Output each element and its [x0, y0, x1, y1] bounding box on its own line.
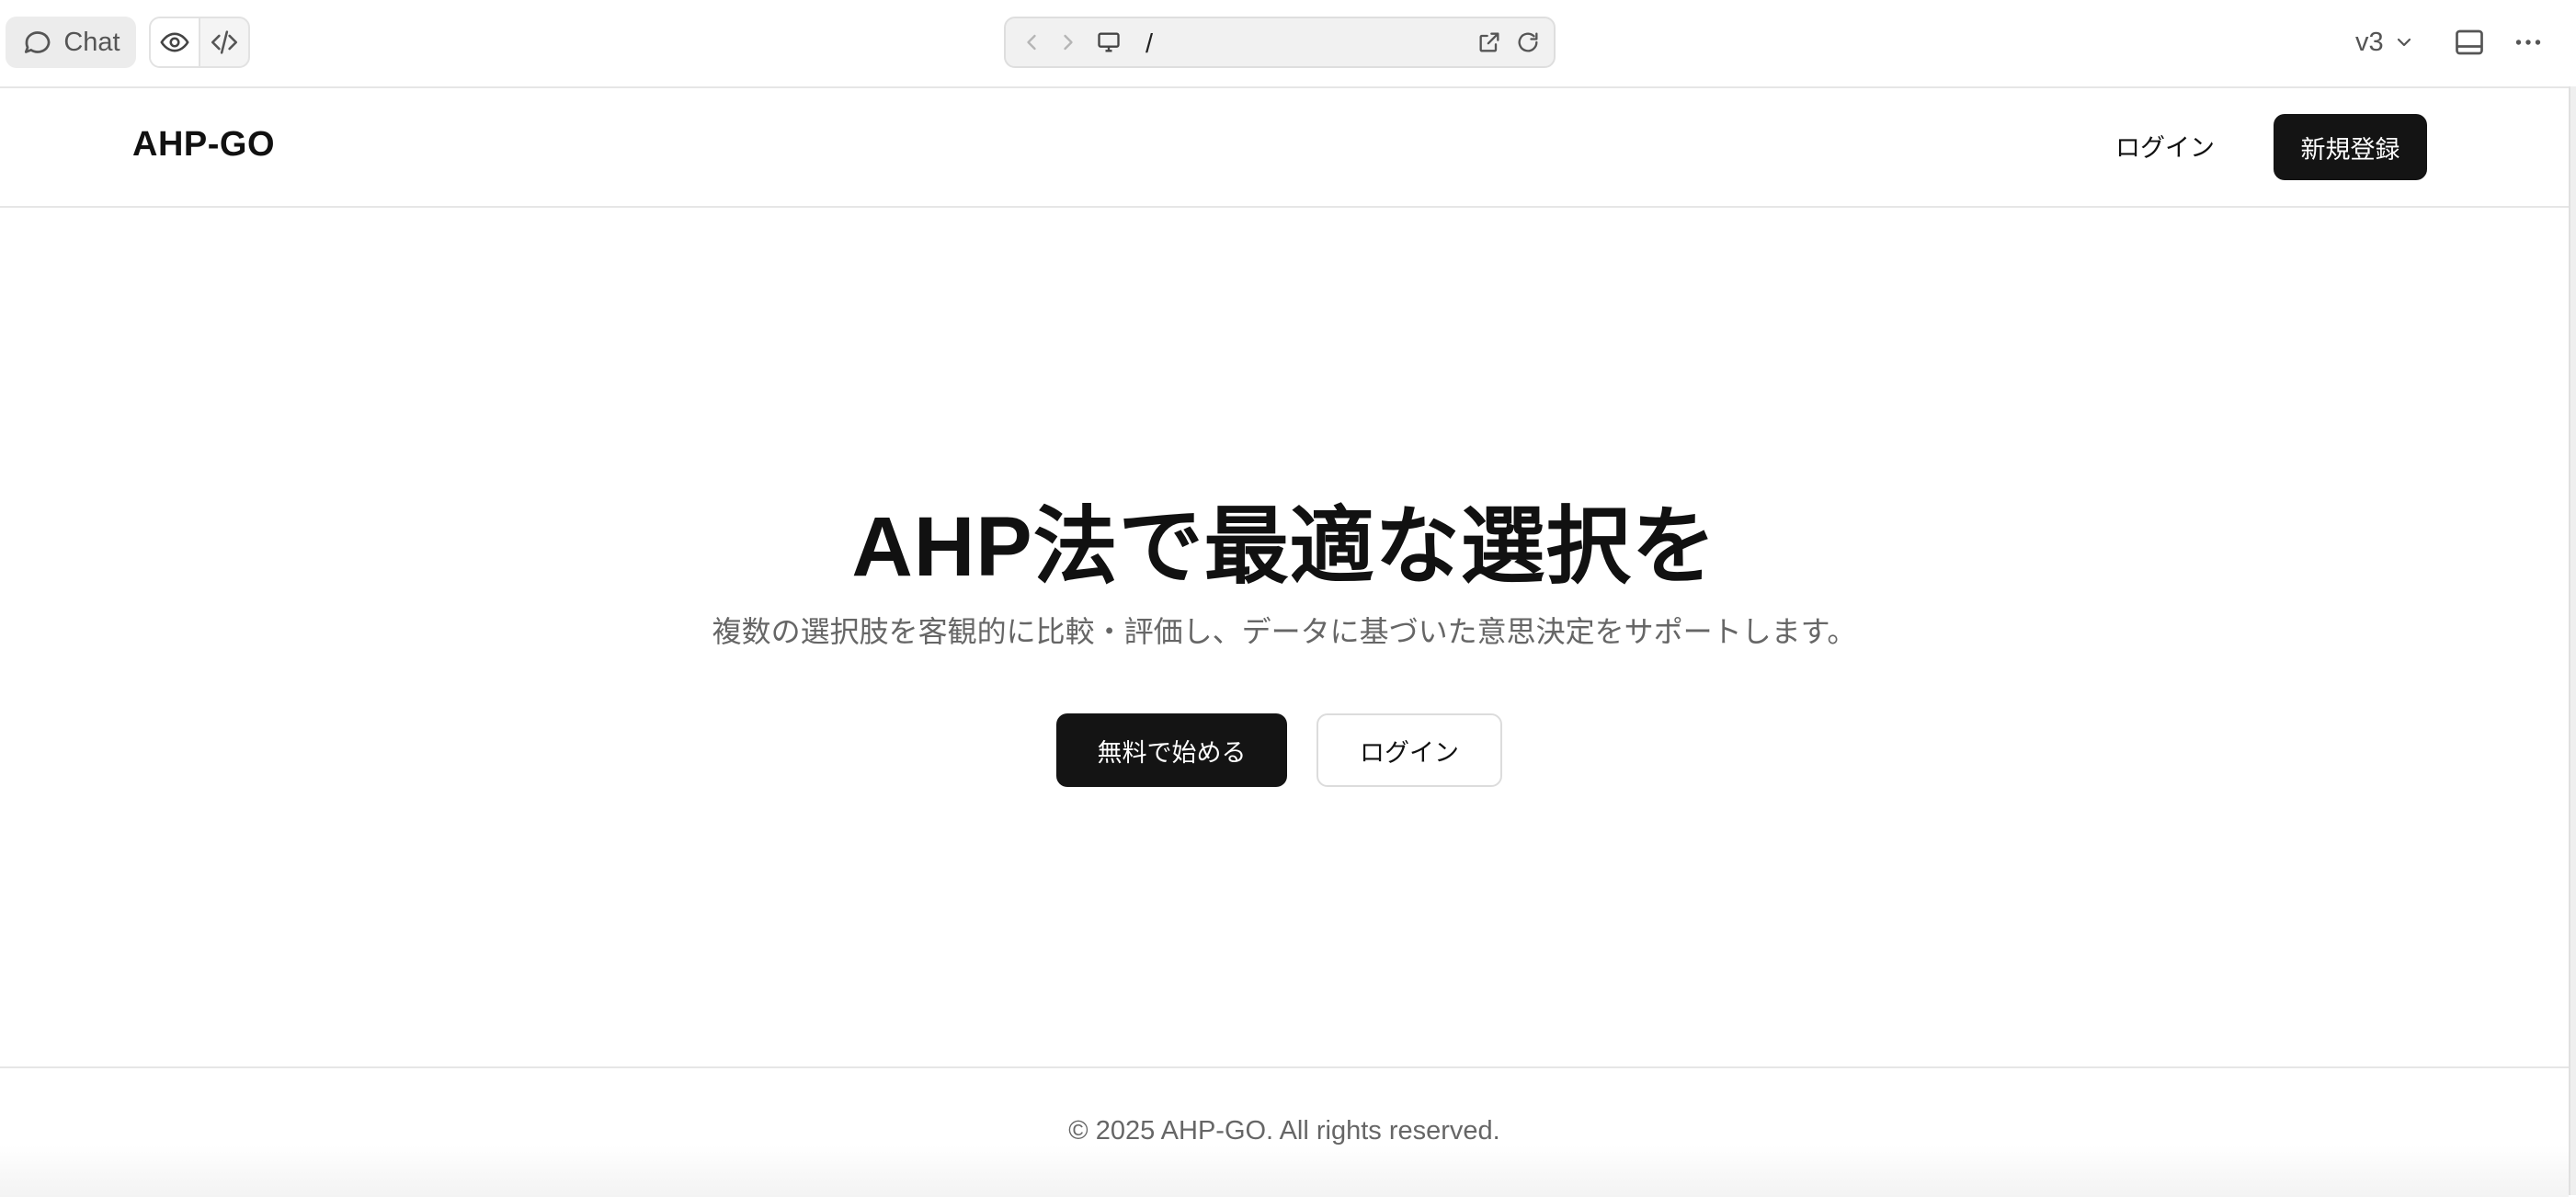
start-free-button[interactable]: 無料で始める — [1056, 713, 1287, 787]
preview-frame-edge — [2569, 86, 2576, 1195]
forward-arrow-icon — [1064, 34, 1073, 51]
external-link-icon — [1479, 32, 1499, 52]
panel-icon — [2456, 29, 2483, 55]
monitor-icon — [1098, 32, 1120, 52]
preview-toolbar: Chat / v3 — [0, 0, 2576, 88]
forward-button[interactable] — [1055, 29, 1081, 55]
refresh-button[interactable] — [1515, 29, 1541, 55]
site-footer: © 2025 AHP-GO. All rights reserved. — [0, 1066, 2569, 1197]
back-button[interactable] — [1019, 29, 1044, 55]
preview-tab[interactable] — [151, 18, 200, 66]
more-icon — [2515, 40, 2541, 45]
version-label: v3 — [2355, 27, 2384, 57]
chat-button[interactable]: Chat — [6, 17, 136, 68]
chat-label: Chat — [63, 27, 120, 57]
site-logo[interactable]: AHP-GO — [132, 125, 275, 165]
toggle-panel-button[interactable] — [2451, 24, 2488, 61]
more-options-button[interactable] — [2510, 24, 2547, 61]
signup-button[interactable]: 新規登録 — [2274, 114, 2427, 180]
back-arrow-icon — [1027, 34, 1036, 51]
header-login-link[interactable]: ログイン — [2105, 123, 2225, 167]
version-selector[interactable]: v3 — [2355, 20, 2415, 64]
url-bar: / — [1004, 17, 1556, 68]
hero-subtitle: 複数の選択肢を客観的に比較・評価し、データに基づいた意思決定をサポートします。 — [712, 615, 1857, 648]
device-selector[interactable] — [1096, 29, 1122, 55]
code-tab[interactable] — [200, 18, 248, 66]
open-external-button[interactable] — [1476, 29, 1502, 55]
hero-title: AHP法で最適な選択を — [851, 500, 1717, 594]
site-header: AHP-GO ログイン 新規登録 — [0, 88, 2569, 208]
copyright-text: © 2025 AHP-GO. All rights reserved. — [1068, 1116, 1500, 1146]
code-icon — [211, 30, 238, 54]
eye-icon — [160, 32, 189, 52]
refresh-icon — [1518, 32, 1538, 52]
chat-bubble-icon — [25, 31, 51, 53]
view-toggle — [149, 17, 250, 68]
chevron-down-icon — [2397, 38, 2411, 47]
url-path[interactable]: / — [1146, 29, 1153, 60]
hero-login-button[interactable]: ログイン — [1316, 713, 1502, 787]
